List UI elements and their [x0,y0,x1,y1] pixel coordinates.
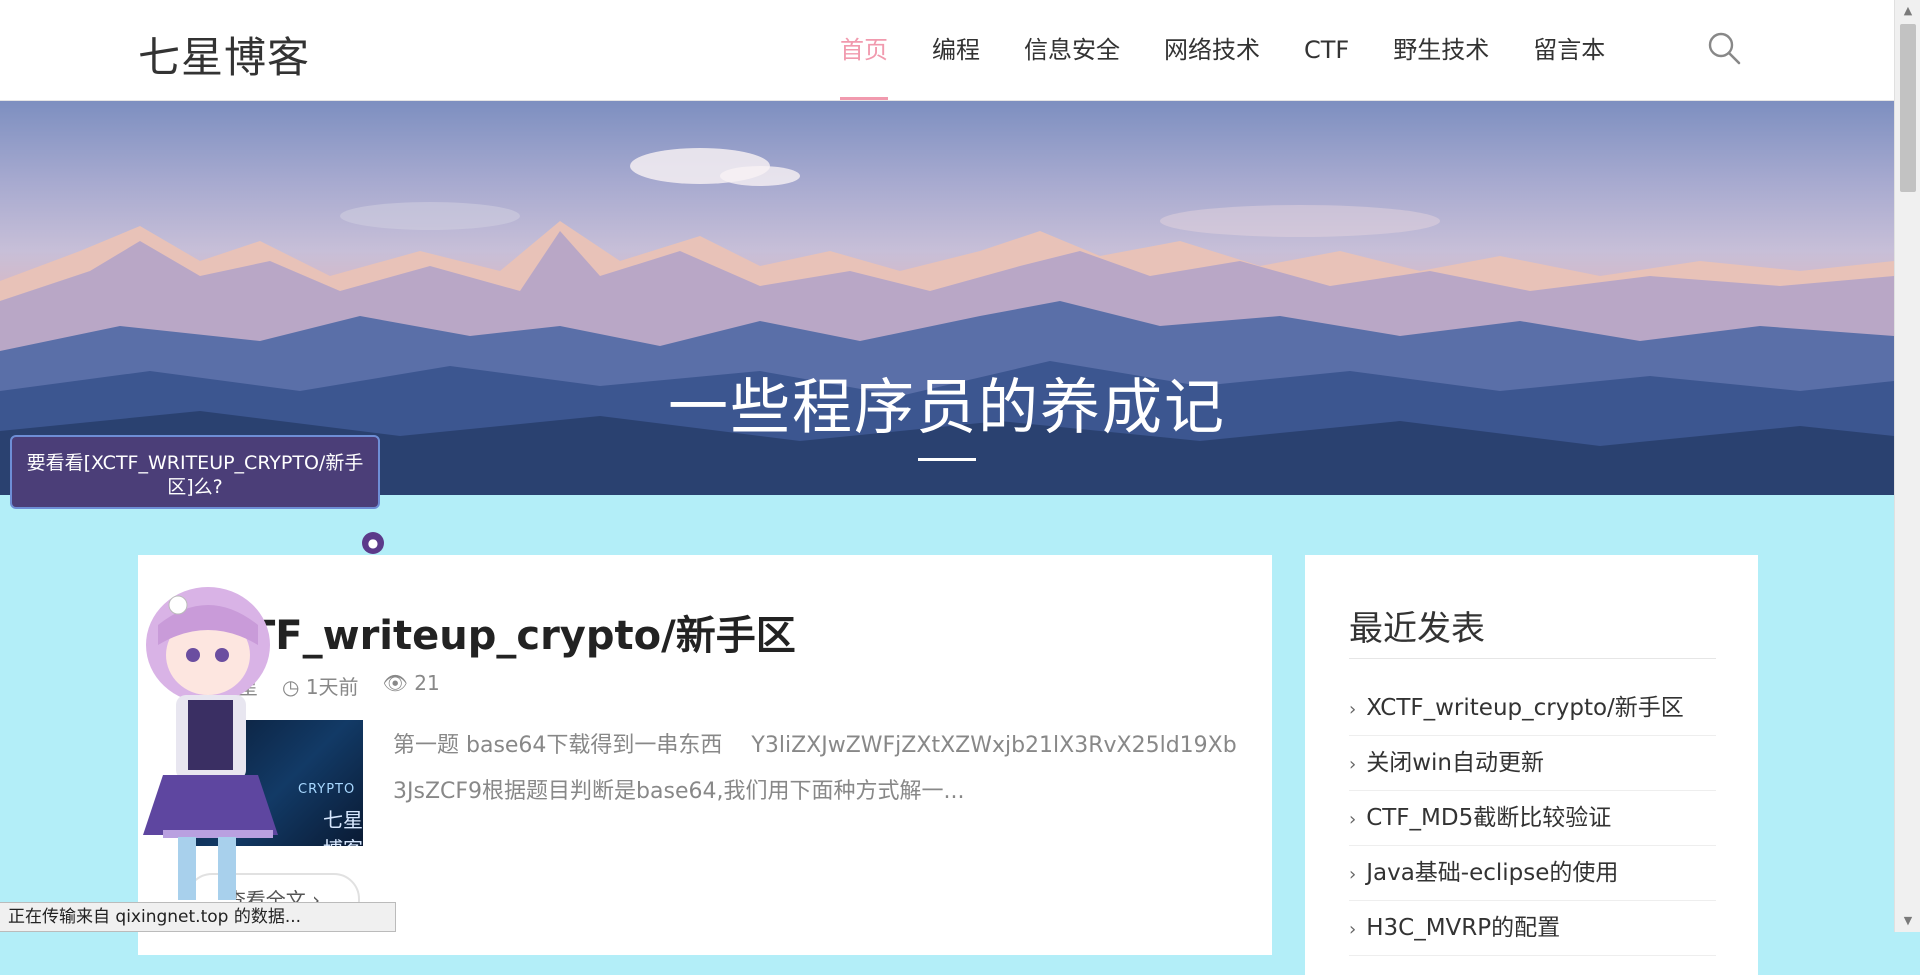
recent-post-link: 关闭win自动更新 [1366,750,1544,776]
recent-post-item[interactable]: › 关闭win自动更新 [1349,736,1716,791]
chevron-right-icon: › [1349,754,1357,775]
chevron-right-icon: › [1349,919,1357,940]
chevron-right-icon: › [1349,864,1357,885]
thumb-watermark: 七星博客 [323,808,363,846]
post-excerpt: 第一题 base64下载得到一串东西 Y3liZXJwZWFjZXtXZWxjb… [393,733,1237,804]
page-scrollbar[interactable]: ▲ ▼ [1894,0,1920,932]
site-header: 七星博客 首页 编程 信息安全 网络技术 CTF 野生技术 留言本 [0,0,1894,101]
post-card: TF_writeup_crypto/新手区 星 ◷ 1天前 👁 21 CRYPT… [138,555,1272,955]
chevron-right-icon: › [1349,809,1357,830]
widget-divider [1349,658,1716,659]
nav-item-network[interactable]: 网络技术 [1164,0,1260,100]
recent-post-link: H3C_MVRP的配置 [1366,915,1561,941]
recent-posts-widget: 最近发表 › XCTF_writeup_crypto/新手区 › 关闭win自动更新… [1305,555,1758,975]
recent-post-item[interactable]: › XCTF_writeup_crypto/新手区 [1349,681,1716,736]
scroll-thumb[interactable] [1900,24,1916,192]
chevron-right-icon: › [1349,699,1357,720]
nav-item-wild-tech[interactable]: 野生技术 [1393,0,1489,100]
thumb-crypto-text: CRYPTO [298,782,356,797]
nav-item-ctf[interactable]: CTF [1304,0,1349,100]
recent-post-link: CTF_MD5截断比较验证 [1366,805,1612,831]
chat-icon[interactable]: ● [362,532,384,554]
recent-posts-title: 最近发表 [1349,609,1485,649]
browser-status-bar: 正在传输来自 qixingnet.top 的数据... [0,902,396,932]
nav-item-guestbook[interactable]: 留言本 [1533,0,1605,100]
scroll-down-arrow-icon[interactable]: ▼ [1895,910,1920,932]
search-icon[interactable] [1706,30,1742,66]
nav-item-home[interactable]: 首页 [840,0,888,100]
post-views: 21 [414,671,440,695]
site-logo[interactable]: 七星博客 [138,24,310,85]
eye-icon: 👁 [382,671,415,695]
scroll-up-arrow-icon[interactable]: ▲ [1895,0,1920,22]
recent-post-item[interactable]: › H3C_MVRP的配置 [1349,901,1716,956]
nav-item-programming[interactable]: 编程 [932,0,980,100]
post-views-wrap: 👁 21 [383,671,440,700]
main-nav: 首页 编程 信息安全 网络技术 CTF 野生技术 留言本 [840,0,1649,100]
recent-posts-list: › XCTF_writeup_crypto/新手区 › 关闭win自动更新 › CTF… [1349,681,1716,956]
banner-divider [918,458,976,461]
recent-post-link: XCTF_writeup_crypto/新手区 [1366,695,1684,721]
recent-post-item[interactable]: › CTF_MD5截断比较验证 [1349,791,1716,846]
post-time: 1天前 [305,675,359,699]
live2d-tip: 要看看[XCTF_WRITEUP_CRYPTO/新手区]么? [10,435,380,509]
nav-item-infosec[interactable]: 信息安全 [1024,0,1120,100]
recent-post-item[interactable]: › Java基础-eclipse的使用 [1349,846,1716,901]
live2d-mascot[interactable] [118,575,293,920]
banner-title: 一些程序员的养成记 [668,373,1226,443]
post-title[interactable]: TF_writeup_crypto/新手区 [248,603,796,661]
post-time-wrap: ◷ 1天前 [282,671,359,700]
recent-post-link: Java基础-eclipse的使用 [1366,860,1619,886]
